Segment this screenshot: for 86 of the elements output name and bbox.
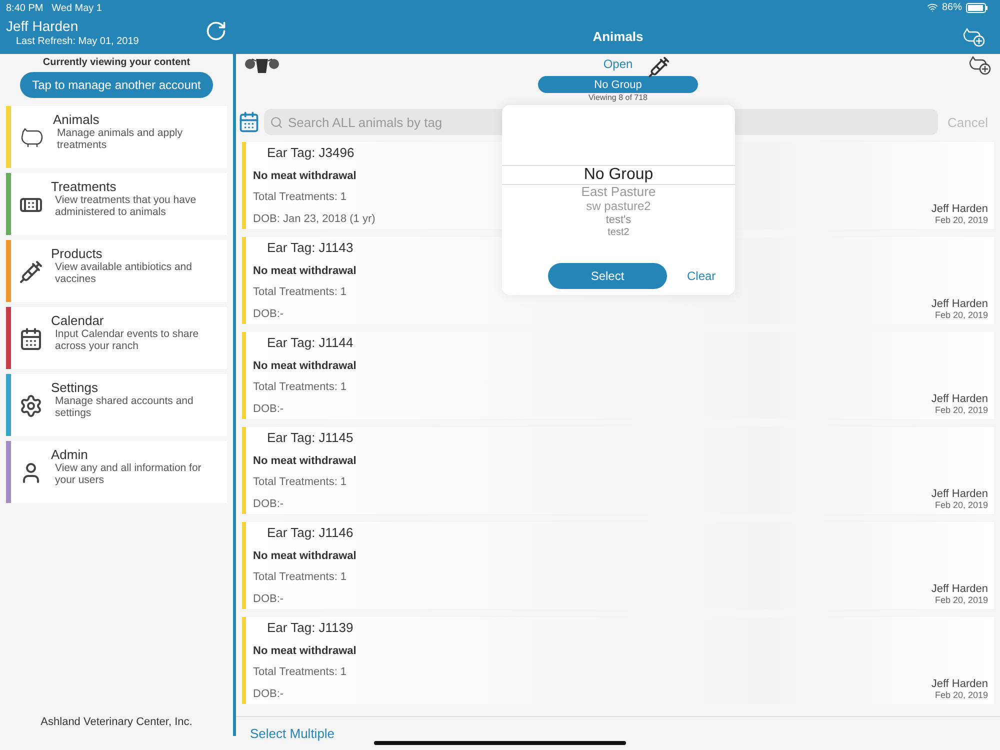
withdrawal-status: No meat withdrawal — [253, 454, 356, 467]
owner-name: Jeff Harden — [931, 393, 988, 405]
card-date: Feb 20, 2019 — [934, 310, 988, 320]
item-description: Manage shared accounts and settings — [55, 395, 194, 419]
group-button[interactable]: No Group — [538, 76, 698, 93]
treatment-count: Total Treatments: 1 — [253, 191, 347, 204]
viewing-count: Viewing 8 of 718 — [588, 93, 648, 102]
calendar-icon — [19, 327, 43, 351]
add-animal-icon[interactable] — [962, 26, 986, 48]
refresh-icon[interactable] — [205, 20, 227, 42]
owner-name: Jeff Harden — [931, 298, 988, 310]
item-title: Treatments — [51, 179, 118, 194]
search-icon — [270, 116, 283, 128]
picker-option[interactable]: test2 — [608, 226, 630, 238]
add-animal-icon[interactable] — [968, 54, 992, 76]
treatment-count: Total Treatments: 1 — [253, 286, 347, 298]
syringe-icon — [19, 260, 43, 284]
card-date: Feb 20, 2019 — [934, 595, 988, 605]
status-link[interactable]: Open — [603, 57, 633, 71]
clear-button[interactable]: Clear — [687, 269, 716, 283]
withdrawal-status: No meat withdrawal — [253, 644, 356, 657]
manage-account-button[interactable]: Tap to manage another account — [20, 72, 213, 98]
select-button[interactable]: Select — [548, 263, 667, 289]
animal-card[interactable]: Ear Tag: J1146 No meat withdrawal Total Treatments: 1 DOB:- Jeff Harden Feb 20, 2019 — [242, 522, 994, 609]
wifi-icon — [926, 2, 938, 13]
ear-tag: Ear Tag: J1139 — [267, 620, 354, 635]
animal-card[interactable]: Ear Tag: J1145 No meat withdrawal Total Treatments: 1 DOB:- Jeff Harden Feb 20, 2019 — [242, 427, 994, 514]
picker-option[interactable]: test's — [606, 214, 632, 227]
withdrawal-status: No meat withdrawal — [253, 264, 356, 277]
treatment-count: Total Treatments: 1 — [253, 666, 347, 678]
card-date: Feb 20, 2019 — [934, 690, 988, 700]
ear-tag: Ear Tag: J1144 — [267, 335, 354, 350]
sidebar-item[interactable]: Products View available antibiotics and vaccines — [6, 240, 227, 302]
last-refresh: Last Refresh: May 01, 2019 — [16, 36, 140, 47]
withdrawal-status: No meat withdrawal — [253, 170, 356, 182]
owner-name: Jeff Harden — [931, 488, 988, 500]
status-time: 8:40 PM Wed May 1 — [6, 3, 103, 14]
ear-tag: Ear Tag: J1146 — [267, 525, 354, 540]
ear-tag: Ear Tag: J1145 — [267, 430, 354, 445]
battery-icon — [966, 2, 988, 12]
item-description: View available antibiotics and vaccines — [55, 261, 193, 285]
item-title: Calendar — [51, 313, 105, 328]
item-title: Animals — [53, 112, 100, 127]
item-description: Manage animals and apply treatments — [57, 127, 184, 151]
item-title: Admin — [51, 447, 89, 462]
treatment-count: Total Treatments: 1 — [253, 476, 347, 488]
animal-card[interactable]: Ear Tag: J1139 No meat withdrawal Total Treatments: 1 DOB:- Jeff Harden Feb 20, 2019 — [242, 617, 994, 704]
user-name: Jeff Harden — [6, 18, 78, 34]
item-description: View treatments that you have administered to animals — [55, 194, 198, 218]
owner-name: Jeff Harden — [931, 203, 988, 215]
page-title: Animals — [592, 28, 644, 44]
sidebar-item[interactable]: Admin View any and all information for your users — [6, 441, 227, 503]
sidebar-item[interactable]: Animals Manage animals and apply treatments — [6, 106, 227, 168]
syringe-icon[interactable] — [648, 56, 670, 78]
battery-level: 86% — [942, 2, 962, 13]
birth-date: DOB:- — [253, 402, 284, 415]
settings-icon — [19, 394, 43, 418]
picker-option[interactable]: No Group — [502, 165, 735, 186]
item-title: Products — [51, 246, 104, 261]
birth-date: DOB:- — [253, 592, 284, 605]
treatment-count: Total Treatments: 1 — [253, 571, 347, 584]
card-date: Feb 20, 2019 — [934, 215, 988, 225]
owner-name: Jeff Harden — [931, 583, 988, 595]
withdrawal-status: No meat withdrawal — [253, 360, 356, 372]
sidebar-item[interactable]: Treatments View treatments that you have administered to animals — [6, 173, 227, 235]
company-name: Ashland Veterinary Center, Inc. — [40, 716, 194, 728]
birth-date: DOB:- — [253, 498, 284, 510]
birth-date: DOB:- — [253, 688, 284, 700]
treatment-count: Total Treatments: 1 — [253, 381, 347, 394]
item-description: Input Calendar events to share across your ranch — [55, 328, 200, 352]
item-title: Settings — [51, 380, 99, 395]
owner-name: Jeff Harden — [931, 678, 988, 690]
sidebar-item[interactable]: Settings Manage shared accounts and settings — [6, 374, 227, 436]
calendar-sort-icon[interactable] — [238, 111, 260, 133]
animal-card[interactable]: Ear Tag: J1144 No meat withdrawal Total Treatments: 1 DOB:- Jeff Harden Feb 20, 2019 — [242, 332, 994, 419]
card-date: Feb 20, 2019 — [934, 500, 988, 510]
withdrawal-status: No meat withdrawal — [253, 550, 356, 562]
item-description: View any and all information for your users — [55, 462, 202, 486]
birth-date: DOB: Jan 23, 2018 (1 yr) — [253, 212, 376, 225]
card-date: Feb 20, 2019 — [934, 405, 988, 415]
select-multiple-link[interactable]: Select Multiple — [250, 726, 335, 741]
ear-tag: Ear Tag: J3496 — [267, 145, 354, 160]
birth-date: DOB:- — [253, 308, 284, 320]
viewing-notice: Currently viewing your content — [42, 57, 192, 68]
sidebar-item[interactable]: Calendar Input Calendar events to share across your ranch — [6, 307, 227, 369]
ear-tag: Ear Tag: J1143 — [267, 240, 354, 255]
